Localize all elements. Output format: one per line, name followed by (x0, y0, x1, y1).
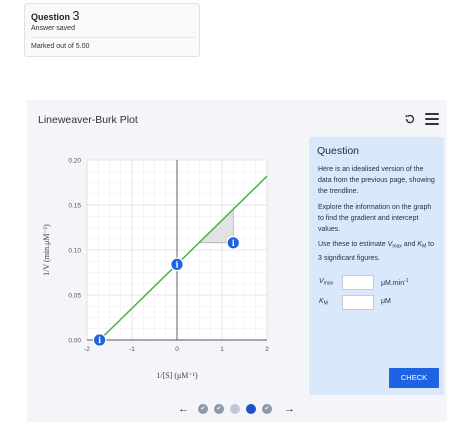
vmax-row: Vmax μM.min-1 (309, 275, 444, 291)
page-navigation: ← ✔ ✔ ✔ → (174, 402, 304, 416)
vmax-unit: μM.min-1 (381, 278, 409, 287)
svg-text:i: i (232, 238, 235, 248)
question-panel: Question Here is an idealised version of… (309, 137, 444, 395)
vmax-input[interactable] (342, 275, 374, 290)
prev-arrow-icon[interactable]: ← (178, 402, 189, 416)
km-input[interactable] (342, 295, 374, 310)
page-dot-2[interactable]: ✔ (214, 404, 224, 414)
km-label: KM (319, 298, 328, 307)
x-axis-label: 1/[S] (μM⁻¹) (156, 371, 198, 380)
x-tick-label: -2 (84, 346, 90, 353)
vmax-label: Vmax (319, 278, 334, 287)
x-tick-label: -1 (129, 346, 135, 353)
y-axis-label: 1/V (min.μM⁻¹) (42, 224, 51, 276)
estimate-text-a: Use these to estimate (318, 241, 388, 248)
y-tick-label: 0.00 (68, 338, 81, 345)
info-point-icon[interactable]: i (92, 333, 107, 347)
interactive-app: Lineweaver-Burk Plot -2 -1 0 1 2 0.00 0.05 0.10… (27, 100, 447, 422)
page-dot-1[interactable]: ✔ (198, 404, 208, 414)
info-divider (31, 37, 195, 38)
page-dot-3[interactable] (230, 404, 240, 414)
panel-text-intro: Here is an idealised version of the data… (318, 166, 435, 195)
answer-status: Answer saved (31, 25, 75, 32)
svg-text:i: i (175, 259, 178, 269)
marks-text: Marked out of 5.00 (31, 43, 90, 50)
check-button[interactable]: CHECK (389, 368, 439, 388)
page-dot-5[interactable]: ✔ (262, 404, 272, 414)
y-tick-label: 0.10 (68, 248, 81, 255)
km-unit: μM (381, 298, 391, 305)
y-tick-label: 0.15 (68, 203, 81, 210)
next-arrow-icon[interactable]: → (284, 402, 295, 416)
vmax-symbol-inline: Vmax (387, 241, 402, 250)
panel-text-explore: Explore the information on the graph to … (318, 204, 432, 233)
km-symbol-inline: KM (417, 241, 427, 250)
estimate-text-b: and (401, 241, 418, 248)
panel-title: Question (317, 145, 360, 157)
km-row: KM μM (309, 295, 444, 311)
info-point-icon[interactable]: i (170, 257, 184, 272)
panel-text-estimate: Use these to estimate Vmax and KM to 3 s… (318, 239, 438, 264)
question-info-box: Question 3 Answer saved Marked out of 5.… (24, 3, 200, 57)
page-dot-4[interactable] (246, 404, 256, 414)
question-label: Question (31, 12, 71, 22)
x-tick-label: 2 (265, 346, 269, 353)
y-tick-label: 0.20 (68, 158, 81, 165)
x-tick-label: 1 (220, 346, 224, 353)
question-number: Question 3 (31, 9, 199, 24)
y-tick-label: 0.05 (68, 293, 81, 300)
info-point-icon[interactable]: i (226, 236, 241, 250)
x-tick-label: 0 (175, 346, 179, 353)
question-number-value: 3 (72, 9, 80, 23)
svg-text:i: i (98, 335, 101, 345)
